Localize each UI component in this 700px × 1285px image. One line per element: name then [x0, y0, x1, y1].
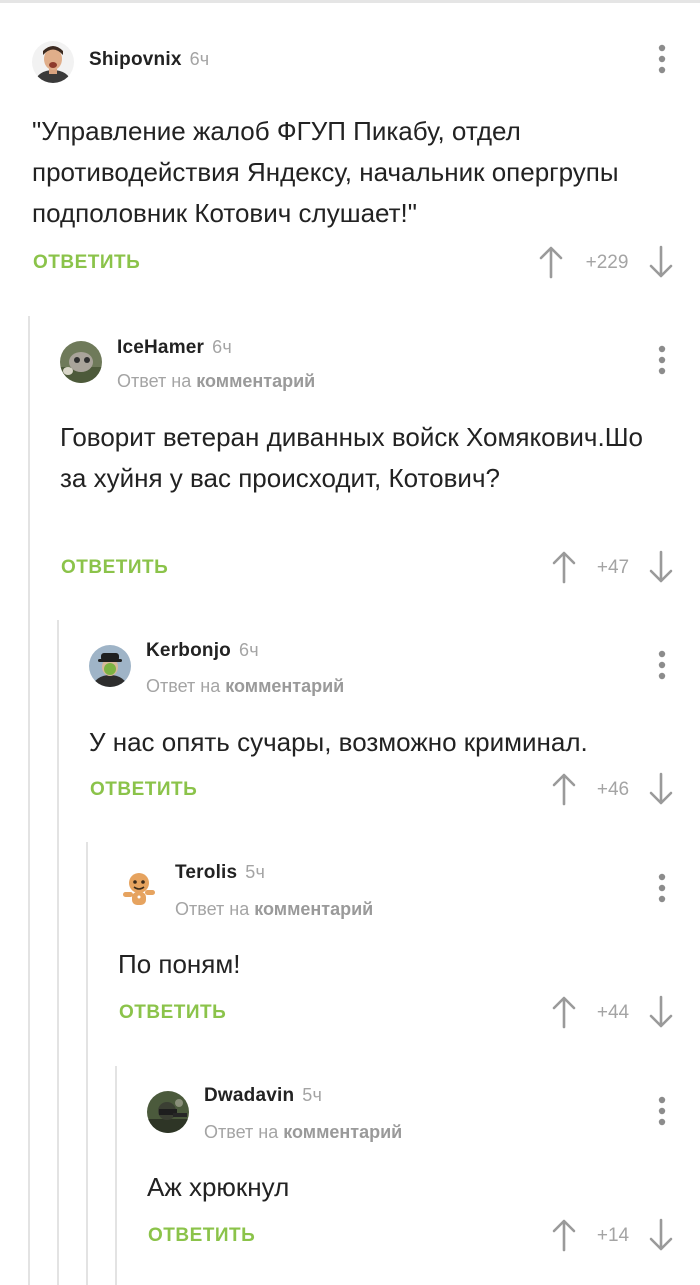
- rating-value: +47: [596, 557, 630, 578]
- downvote-arrow-icon[interactable]: [647, 1218, 675, 1252]
- user-avatar-icon[interactable]: [60, 341, 102, 383]
- upvote-arrow-icon[interactable]: [550, 550, 578, 584]
- comment-author[interactable]: Kerbonjo 6ч: [146, 640, 259, 662]
- reply-button[interactable]: ОТВЕТИТЬ: [90, 779, 197, 801]
- comment-text: Говорит ветеран диванных войск Хомякович…: [60, 422, 643, 493]
- reply-to-label[interactable]: Ответ на комментарий: [146, 676, 344, 697]
- thread-line-level-4[interactable]: [115, 1066, 117, 1285]
- comment-age: 5ч: [245, 862, 266, 882]
- comment-kerbonjo: Kerbonjo 6ч Ответ на комментарий У нас оп…: [89, 640, 700, 810]
- reply-to-link[interactable]: комментарий: [225, 676, 344, 696]
- thread-line-level-2[interactable]: [57, 620, 59, 1285]
- more-options-icon[interactable]: [652, 648, 672, 682]
- rating-value: +229: [585, 252, 629, 273]
- comment-icehamer: IceHamer 6ч Ответ на комментарий Говорит …: [60, 337, 700, 597]
- reply-button[interactable]: ОТВЕТИТЬ: [119, 1002, 226, 1024]
- comment-age: 6ч: [212, 337, 232, 357]
- reply-to-prefix: Ответ на: [117, 371, 192, 391]
- user-avatar-icon[interactable]: [32, 41, 74, 83]
- reply-to-label[interactable]: Ответ на комментарий: [204, 1122, 402, 1143]
- comment-age: 6ч: [239, 640, 259, 660]
- downvote-arrow-icon[interactable]: [647, 245, 675, 279]
- reply-to-link[interactable]: комментарий: [283, 1122, 402, 1142]
- comment-shipovnix: Shipovnix 6ч "Управление жалоб ФГУП Пикаб…: [32, 38, 700, 288]
- author-name[interactable]: IceHamer: [117, 337, 204, 358]
- top-divider: [0, 0, 700, 3]
- comment-terolis: Terolis 5ч Ответ на комментарий По поням!…: [118, 862, 700, 1032]
- reply-to-prefix: Ответ на: [175, 899, 250, 919]
- comment-author[interactable]: Dwadavin 5ч: [204, 1085, 322, 1107]
- upvote-arrow-icon[interactable]: [550, 1218, 578, 1252]
- more-options-icon[interactable]: [652, 42, 672, 76]
- reply-to-link[interactable]: комментарий: [196, 371, 315, 391]
- rating-value: +14: [596, 1225, 630, 1246]
- reply-button[interactable]: ОТВЕТИТЬ: [61, 557, 168, 579]
- comment-author[interactable]: IceHamer 6ч: [117, 337, 232, 359]
- author-name[interactable]: Kerbonjo: [146, 640, 231, 661]
- comment-text: У нас опять сучары, возможно криминал.: [89, 727, 588, 757]
- reply-to-prefix: Ответ на: [204, 1122, 279, 1142]
- comment-author[interactable]: Terolis 5ч: [175, 862, 265, 884]
- author-name[interactable]: Dwadavin: [204, 1085, 294, 1106]
- comment-text: "Управление жалоб ФГУП Пикабу, отдел про…: [32, 116, 619, 228]
- comment-dwadavin: Dwadavin 5ч Ответ на комментарий Аж хрюкн…: [147, 1085, 700, 1255]
- upvote-arrow-icon[interactable]: [550, 772, 578, 806]
- author-name[interactable]: Shipovnix: [89, 49, 182, 70]
- downvote-arrow-icon[interactable]: [647, 550, 675, 584]
- reply-button[interactable]: ОТВЕТИТЬ: [33, 252, 140, 274]
- upvote-arrow-icon[interactable]: [537, 245, 565, 279]
- upvote-arrow-icon[interactable]: [550, 995, 578, 1029]
- downvote-arrow-icon[interactable]: [647, 772, 675, 806]
- comment-age: 6ч: [189, 49, 210, 69]
- user-avatar-icon[interactable]: [118, 868, 160, 910]
- comment-age: 5ч: [302, 1085, 323, 1105]
- author-name[interactable]: Terolis: [175, 862, 237, 883]
- user-avatar-icon[interactable]: [147, 1091, 189, 1133]
- reply-to-label[interactable]: Ответ на комментарий: [117, 371, 315, 392]
- more-options-icon[interactable]: [652, 1094, 672, 1128]
- reply-button[interactable]: ОТВЕТИТЬ: [148, 1225, 255, 1247]
- reply-to-prefix: Ответ на: [146, 676, 221, 696]
- rating-value: +46: [596, 779, 630, 800]
- reply-to-label[interactable]: Ответ на комментарий: [175, 899, 373, 920]
- comment-text: Аж хрюкнул: [147, 1172, 290, 1202]
- thread-line-level-1[interactable]: [28, 316, 30, 1285]
- more-options-icon[interactable]: [652, 871, 672, 905]
- more-options-icon[interactable]: [652, 343, 672, 377]
- reply-to-link[interactable]: комментарий: [254, 899, 373, 919]
- user-avatar-icon[interactable]: [89, 645, 131, 687]
- rating-value: +44: [596, 1002, 630, 1023]
- downvote-arrow-icon[interactable]: [647, 995, 675, 1029]
- comment-author[interactable]: Shipovnix 6ч: [89, 49, 209, 71]
- thread-line-level-3[interactable]: [86, 842, 88, 1285]
- comment-text: По поням!: [118, 949, 241, 979]
